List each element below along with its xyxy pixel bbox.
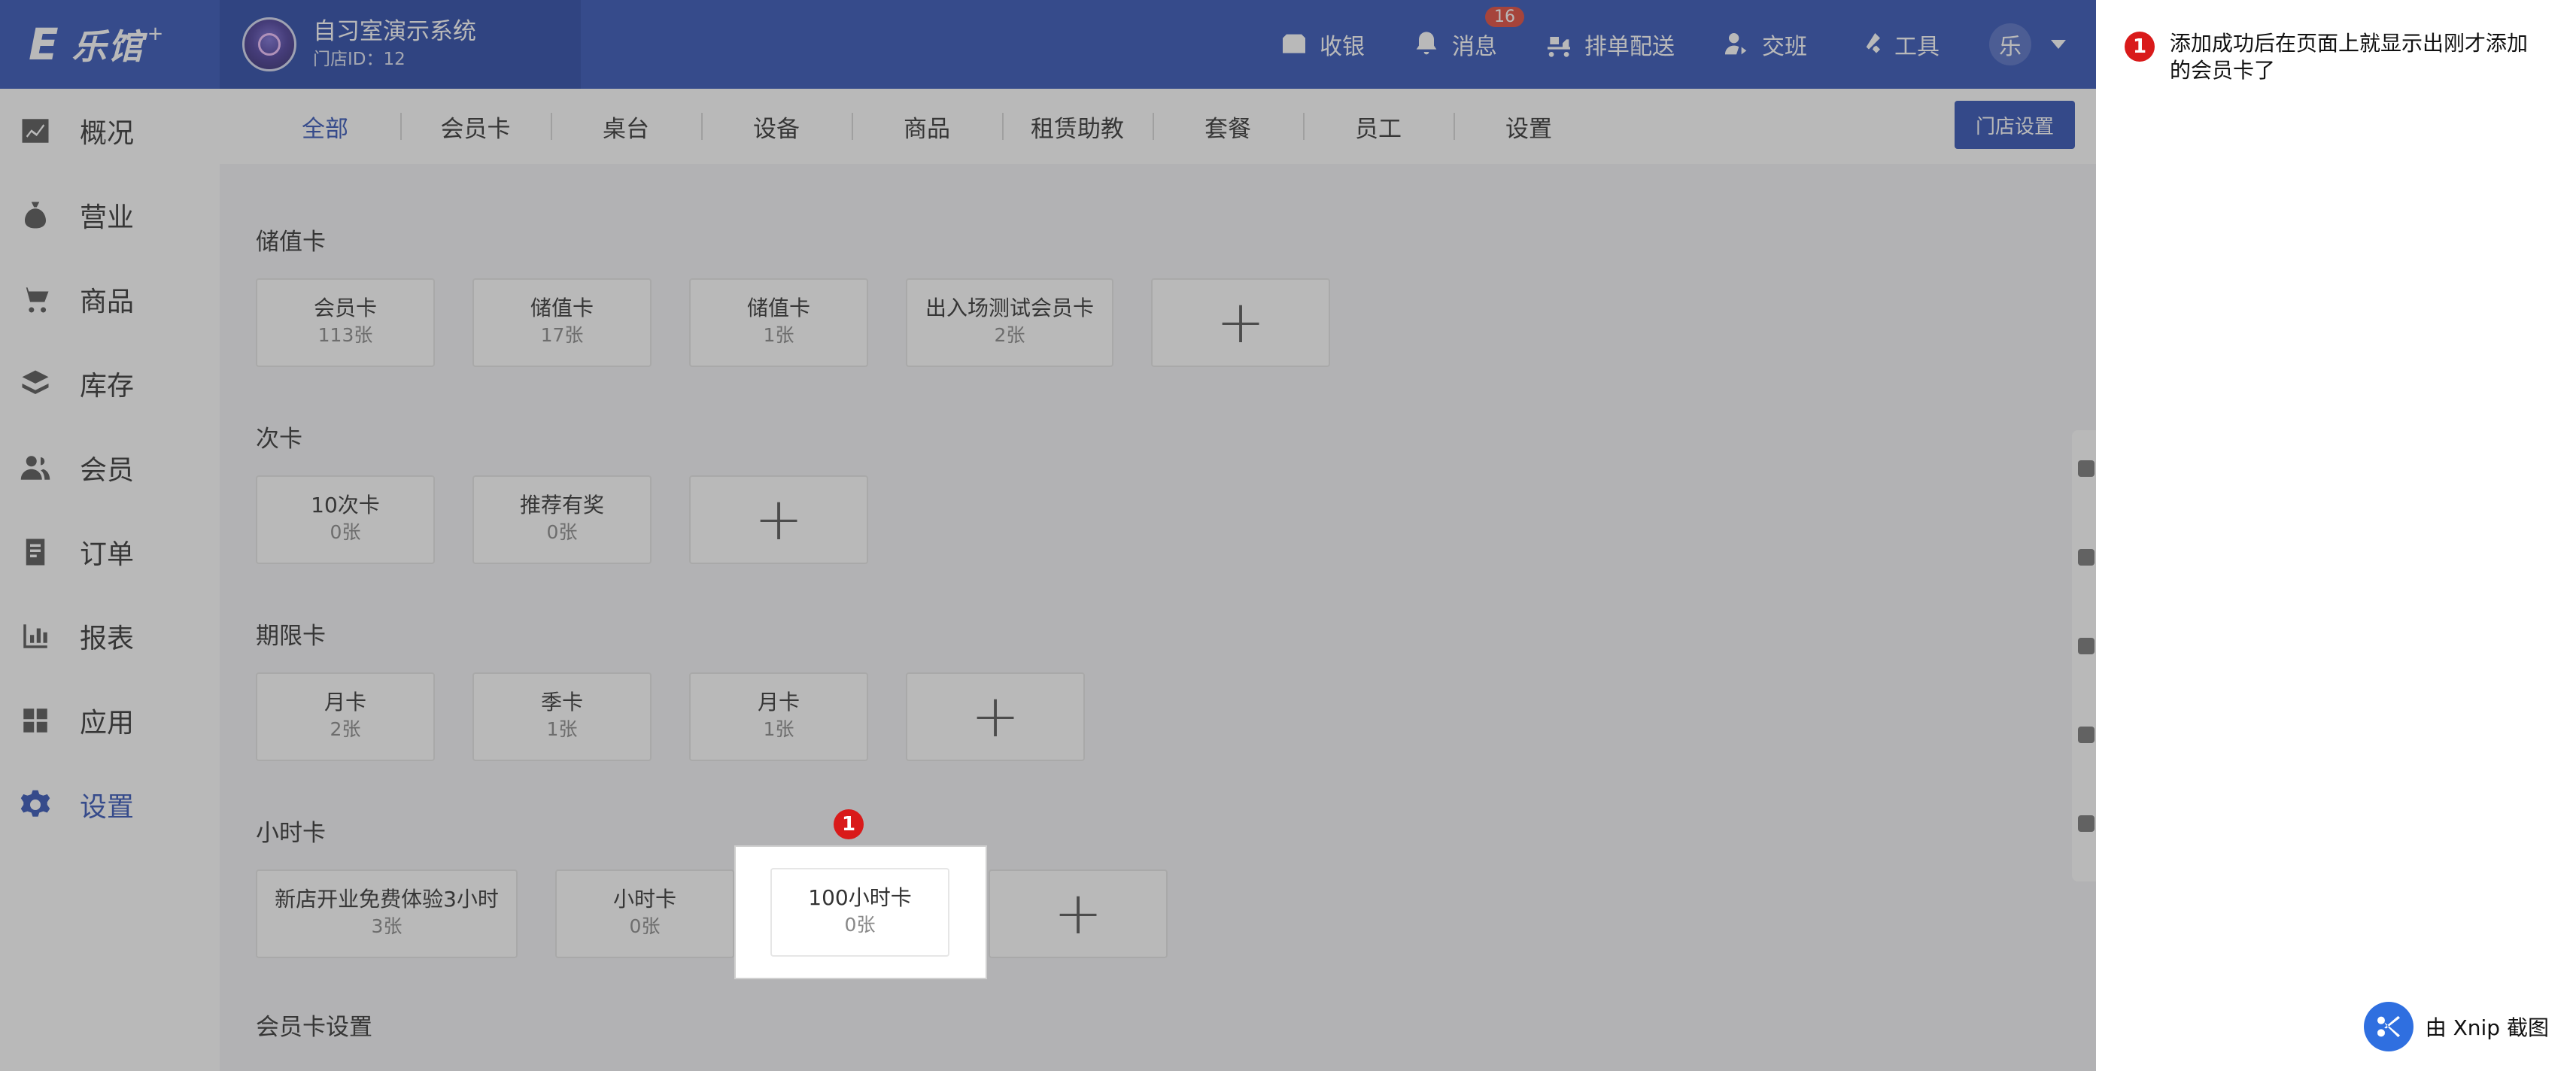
app-window: E 乐馆 + 自习室演示系统 门店ID：12 收银 消息 16 排单配送 交班 …	[0, 0, 2096, 1071]
annotation-number: 1	[2125, 32, 2155, 62]
card-name: 100小时卡	[808, 885, 912, 910]
annotation-marker: 1	[834, 809, 864, 839]
annotation-panel: 1 添加成功后在页面上就显示出刚才添加的会员卡了 由 Xnip 截图	[2096, 0, 2576, 1071]
scissors-icon	[2363, 1002, 2413, 1051]
annotation-note: 1 添加成功后在页面上就显示出刚才添加的会员卡了	[2125, 30, 2546, 84]
highlighted-new-card: 100小时卡 0张	[736, 847, 986, 978]
annotation-text: 添加成功后在页面上就显示出刚才添加的会员卡了	[2170, 31, 2529, 83]
dim-overlay	[0, 0, 2096, 1071]
card-item-new[interactable]: 100小时卡 0张	[770, 868, 949, 957]
xnip-credit: 由 Xnip 截图	[2363, 1002, 2549, 1051]
credit-text: 由 Xnip 截图	[2425, 1015, 2549, 1040]
card-count: 0张	[844, 914, 876, 936]
